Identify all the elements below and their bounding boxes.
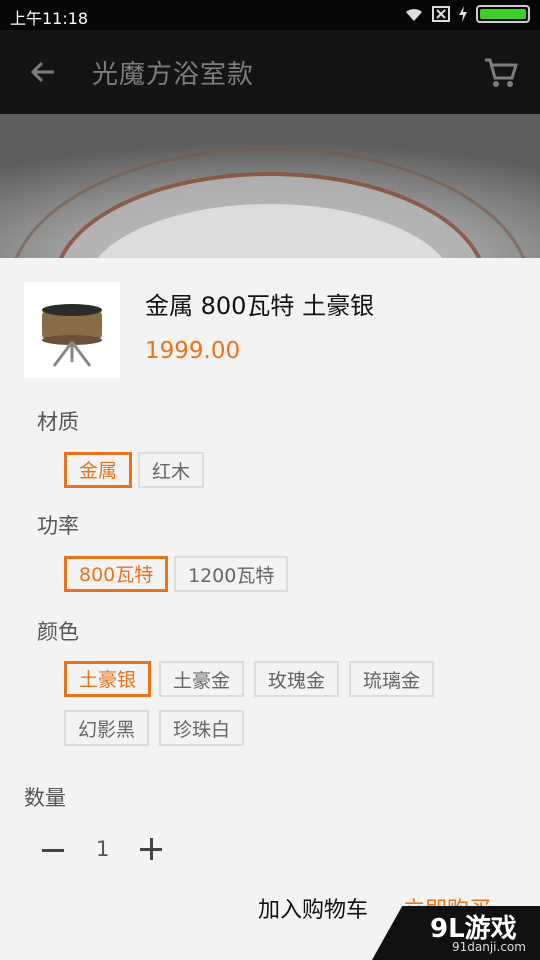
plus-icon[interactable]: [140, 838, 162, 860]
product-thumbnail: [24, 282, 120, 378]
option-color-rose-gold[interactable]: 玫瑰金: [254, 661, 340, 697]
quantity-label: 数量: [24, 786, 66, 810]
option-material-redwood[interactable]: 红木: [138, 452, 205, 488]
battery-icon: [476, 5, 530, 23]
sku-selector-sheet: 金属 800瓦特 土豪银 1999.00 材质 金属 红木 功率 800瓦特 1…: [0, 258, 540, 960]
status-icons: [404, 5, 530, 23]
option-color-black[interactable]: 幻影黑: [64, 710, 150, 746]
watermark-url: 91danji.com: [452, 940, 526, 954]
charging-icon: [459, 6, 467, 22]
sim-icon: [432, 6, 450, 22]
material-label: 材质: [37, 410, 79, 434]
option-color-silver[interactable]: 土豪银: [64, 661, 152, 697]
quantity-value: 1: [96, 837, 110, 861]
shopping-cart-icon[interactable]: [480, 52, 520, 92]
option-power-1200[interactable]: 1200瓦特: [174, 556, 289, 592]
app-bar: 光魔方浴室款: [0, 30, 540, 114]
option-color-glaze-gold[interactable]: 琉璃金: [349, 661, 435, 697]
minus-icon[interactable]: [42, 849, 64, 852]
product-name: 金属 800瓦特 土豪银: [145, 292, 375, 320]
product-price: 1999.00: [145, 338, 241, 364]
power-label: 功率: [37, 514, 79, 538]
option-color-pearl-white[interactable]: 珍珠白: [159, 710, 245, 746]
status-bar: 上午11:18: [0, 0, 540, 30]
color-label: 颜色: [37, 620, 79, 644]
page-title: 光魔方浴室款: [92, 60, 255, 90]
hero-background: [0, 114, 540, 260]
arrow-left-icon[interactable]: [24, 52, 64, 92]
status-time: 上午11:18: [10, 9, 89, 28]
wifi-icon: [406, 8, 422, 21]
option-color-gold[interactable]: 土豪金: [159, 661, 245, 697]
option-power-800[interactable]: 800瓦特: [64, 556, 169, 592]
option-material-metal[interactable]: 金属: [64, 452, 133, 488]
add-to-cart-button[interactable]: 加入购物车: [258, 892, 368, 924]
